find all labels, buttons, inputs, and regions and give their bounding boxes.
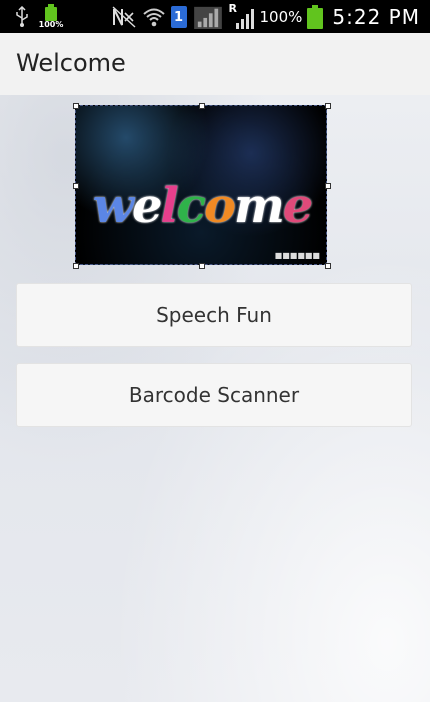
welcome-letter: o [203, 178, 236, 234]
action-bar: Welcome [0, 33, 430, 96]
image-handle [73, 103, 79, 109]
mute-icon [112, 6, 135, 28]
status-right-icons: 1 R 100% 5:22 PM [111, 2, 420, 31]
image-handle [199, 263, 205, 269]
battery-percent: 100% [259, 8, 303, 26]
welcome-letter: l [160, 178, 179, 234]
image-handle [325, 103, 331, 109]
image-handle [73, 183, 79, 189]
usb-icon [16, 6, 28, 27]
page-title: Welcome [16, 49, 126, 77]
battery-icon: 100% [38, 4, 64, 30]
speech-fun-button[interactable]: Speech Fun [16, 283, 412, 347]
barcode-scanner-button[interactable]: Barcode Scanner [16, 363, 412, 427]
welcome-letter: e [282, 178, 314, 234]
welcome-image: welcome ■■■■■■ [75, 105, 327, 265]
wifi-icon [142, 8, 165, 27]
battery-icon [307, 5, 324, 29]
main-content: welcome ■■■■■■ Speech Fun Barcode Scanne… [0, 95, 430, 702]
signal-icon [193, 6, 222, 29]
welcome-letter: c [176, 178, 206, 234]
roaming-signal-icon: R [229, 2, 255, 30]
welcome-graphic-text: welcome [76, 178, 326, 234]
small-battery-percent: 100% [38, 20, 64, 29]
status-bar: 100% 1 R 100% 5:22 PM [0, 0, 430, 33]
image-handle [199, 103, 205, 109]
image-watermark: ■■■■■■ [274, 251, 320, 260]
image-handle [325, 263, 331, 269]
status-left-icons: 100% [14, 4, 64, 30]
sim-icon: 1 [170, 6, 187, 28]
image-handle [325, 183, 331, 189]
signal-icon [235, 9, 254, 29]
welcome-letter: m [234, 178, 285, 234]
clock: 5:22 PM [332, 5, 420, 29]
welcome-letter: w [92, 178, 134, 234]
welcome-letter: e [131, 178, 163, 234]
image-handle [73, 263, 79, 269]
